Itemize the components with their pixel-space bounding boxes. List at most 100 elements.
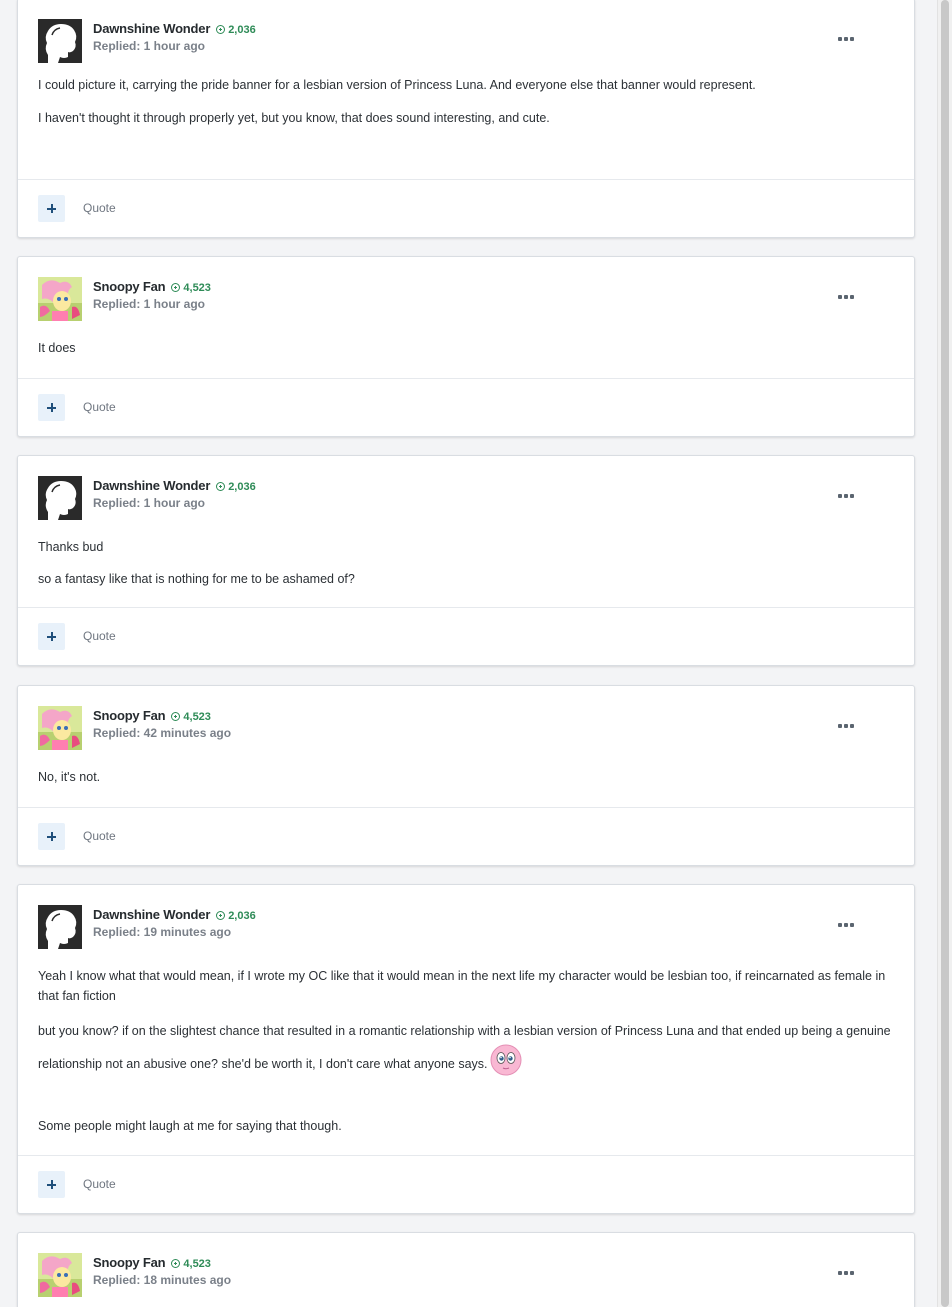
like-button[interactable] — [38, 195, 65, 222]
post: Snoopy Fan 4,523 Replied: 18 minutes ago — [17, 1232, 915, 1307]
post-body: I could picture it, carrying the pride b… — [38, 75, 892, 155]
reputation-count: 4,523 — [183, 1258, 211, 1270]
post-paragraph: No, it's not. — [38, 770, 101, 784]
post: Snoopy Fan 4,523 Replied: 42 minutes ago … — [17, 685, 915, 866]
more-options-button[interactable] — [838, 490, 858, 502]
like-button[interactable] — [38, 823, 65, 850]
quote-button[interactable]: Quote — [83, 829, 116, 843]
post-timestamp: Replied: 1 hour ago — [93, 297, 206, 311]
more-options-button[interactable] — [838, 291, 858, 303]
quote-button[interactable]: Quote — [83, 1177, 116, 1191]
post-paragraph: I haven't thought it through properly ye… — [38, 111, 550, 125]
post-paragraph: but you know? if on the slightest chance… — [38, 1018, 898, 1085]
author-name[interactable]: Snoopy Fan — [93, 279, 166, 294]
author-name[interactable]: Snoopy Fan — [93, 1255, 166, 1270]
avatar[interactable] — [38, 706, 82, 750]
author-line: Dawnshine Wonder 2,036 — [93, 20, 256, 38]
reputation-badge: 4,523 — [171, 282, 211, 294]
reputation-badge: 4,523 — [171, 1258, 211, 1270]
post: Snoopy Fan 4,523 Replied: 1 hour ago It d… — [17, 256, 915, 437]
post-timestamp: Replied: 18 minutes ago — [93, 1273, 232, 1287]
post-footer: Quote — [18, 378, 914, 436]
plus-circle-icon — [216, 911, 226, 920]
scrollbar-thumb[interactable] — [941, 0, 949, 1307]
like-button[interactable] — [38, 623, 65, 650]
avatar[interactable] — [38, 905, 82, 949]
author-name[interactable]: Dawnshine Wonder — [93, 21, 210, 36]
reputation-count: 2,036 — [228, 24, 256, 36]
post-body: Yeah I know what that would mean, if I w… — [38, 966, 892, 1136]
author-name[interactable]: Dawnshine Wonder — [93, 478, 210, 493]
quote-button[interactable]: Quote — [83, 629, 116, 643]
like-button[interactable] — [38, 394, 65, 421]
reputation-badge: 2,036 — [216, 481, 256, 493]
reputation-badge: 4,523 — [171, 711, 211, 723]
quote-button[interactable]: Quote — [83, 201, 116, 215]
post-footer: Quote — [18, 179, 914, 237]
plus-circle-icon — [171, 283, 181, 292]
reputation-count: 2,036 — [228, 910, 256, 922]
post-header: Snoopy Fan 4,523 Replied: 1 hour ago — [38, 277, 888, 323]
post-paragraph: It does — [38, 341, 76, 355]
pony-avatar-icon — [38, 706, 82, 750]
vertical-scrollbar[interactable] — [937, 0, 952, 1307]
post: Dawnshine Wonder 2,036 Replied: 1 hour ag… — [17, 0, 915, 238]
post-header: Dawnshine Wonder 2,036 Replied: 19 minute… — [38, 905, 888, 951]
ellipsis-icon — [838, 923, 842, 927]
quote-button[interactable]: Quote — [83, 400, 116, 414]
reputation-count: 4,523 — [183, 282, 211, 294]
plus-circle-icon — [216, 25, 226, 34]
post-paragraph: Some people might laugh at me for saying… — [38, 1119, 342, 1133]
more-options-button[interactable] — [838, 33, 858, 45]
post-body: No, it's not. — [38, 767, 892, 797]
author-line: Snoopy Fan 4,523 — [93, 707, 211, 725]
post-paragraph-text: but you know? if on the slightest chance… — [38, 1024, 891, 1071]
like-button[interactable] — [38, 1171, 65, 1198]
pony-avatar-icon — [38, 277, 82, 321]
author-name[interactable]: Dawnshine Wonder — [93, 907, 210, 922]
avatar[interactable] — [38, 476, 82, 520]
ellipsis-icon — [838, 494, 842, 498]
post-body: Thanks bud so a fantasy like that is not… — [38, 537, 892, 597]
author-line: Snoopy Fan 4,523 — [93, 278, 211, 296]
post-footer: Quote — [18, 1155, 914, 1213]
more-options-button[interactable] — [838, 919, 858, 931]
post: Dawnshine Wonder 2,036 Replied: 1 hour ag… — [17, 455, 915, 666]
post-header: Snoopy Fan 4,523 Replied: 42 minutes ago — [38, 706, 888, 752]
silhouette-avatar-icon — [38, 905, 82, 949]
author-line: Dawnshine Wonder 2,036 — [93, 477, 256, 495]
more-options-button[interactable] — [838, 720, 858, 732]
reputation-count: 2,036 — [228, 481, 256, 493]
avatar[interactable] — [38, 19, 82, 63]
post-body: It does — [38, 338, 892, 368]
post-header: Snoopy Fan 4,523 Replied: 18 minutes ago — [38, 1253, 888, 1299]
pony-avatar-icon — [38, 1253, 82, 1297]
author-line: Snoopy Fan 4,523 — [93, 1254, 211, 1272]
plus-circle-icon — [216, 482, 226, 491]
post-footer: Quote — [18, 607, 914, 665]
more-options-button[interactable] — [838, 1267, 858, 1279]
ellipsis-icon — [838, 295, 842, 299]
author-name[interactable]: Snoopy Fan — [93, 708, 166, 723]
reputation-badge: 2,036 — [216, 24, 256, 36]
post-paragraph: Yeah I know what that would mean, if I w… — [38, 969, 886, 1003]
avatar[interactable] — [38, 1253, 82, 1297]
ellipsis-icon — [838, 37, 842, 41]
post-paragraph: I could picture it, carrying the pride b… — [38, 78, 756, 92]
plus-circle-icon — [171, 1259, 181, 1268]
post-paragraph: Thanks bud — [38, 540, 104, 554]
avatar[interactable] — [38, 277, 82, 321]
post-header: Dawnshine Wonder 2,036 Replied: 1 hour ag… — [38, 19, 888, 65]
ellipsis-icon — [838, 724, 842, 728]
post-footer: Quote — [18, 807, 914, 865]
pony-face-emoji-icon — [490, 1044, 522, 1085]
post-paragraph: so a fantasy like that is nothing for me… — [38, 572, 355, 586]
silhouette-avatar-icon — [38, 19, 82, 63]
silhouette-avatar-icon — [38, 476, 82, 520]
author-line: Dawnshine Wonder 2,036 — [93, 906, 256, 924]
post-timestamp: Replied: 19 minutes ago — [93, 925, 232, 939]
plus-circle-icon — [171, 712, 181, 721]
post-header: Dawnshine Wonder 2,036 Replied: 1 hour ag… — [38, 476, 888, 522]
post-feed: Dawnshine Wonder 2,036 Replied: 1 hour ag… — [0, 0, 952, 1307]
post-timestamp: Replied: 42 minutes ago — [93, 726, 232, 740]
